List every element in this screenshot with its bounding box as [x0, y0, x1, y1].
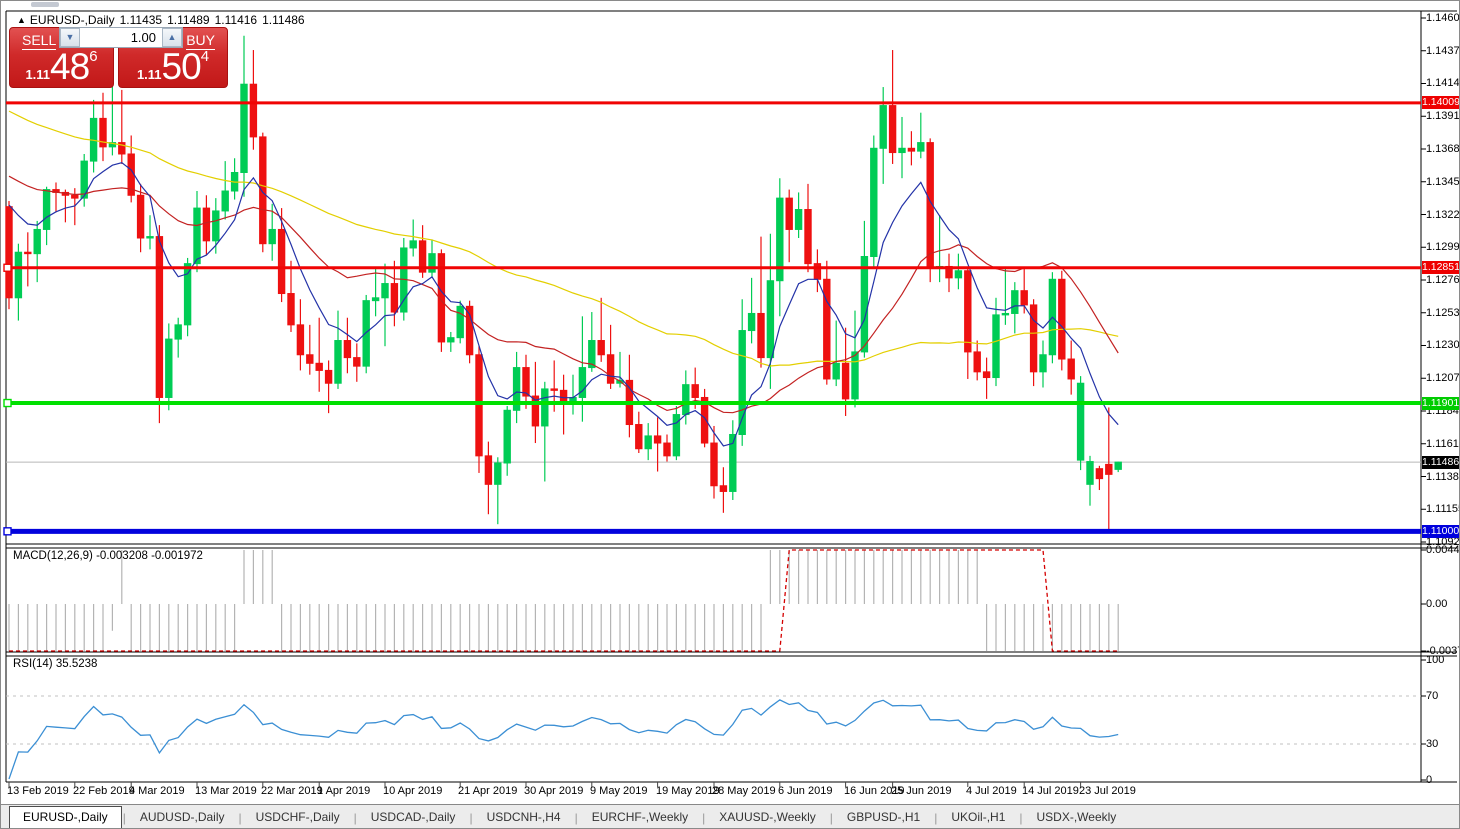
date-label: 1 Apr 2019	[317, 785, 370, 797]
trading-platform-window: ▲EURUSD-,Daily1.114351.114891.114161.114…	[0, 0, 1460, 829]
quote-high: 1.11489	[167, 13, 210, 27]
macd-histogram	[9, 550, 1118, 651]
sell-price-big: 48	[50, 46, 89, 87]
candles-layer	[6, 36, 1122, 530]
rsi-panel	[6, 696, 1421, 744]
price-tick-label: 1.14605	[1426, 12, 1460, 24]
chart-tab-usdx[interactable]: USDX-,Weekly	[1024, 807, 1130, 828]
symbol-ohlc-header: ▲ EURUSD-,Daily 1.11435 1.11489 1.11416 1.114…	[17, 13, 310, 27]
rsi-value: 35.5238	[56, 658, 98, 670]
buy-price-prefix: 1.11	[137, 67, 162, 82]
price-tick-label: 1.14375	[1426, 45, 1460, 57]
price-tick-label: 1.11385	[1426, 471, 1460, 483]
rsi-axis-label: 70	[1426, 690, 1438, 702]
price-tick-label: 1.13455	[1426, 176, 1460, 188]
date-label: 23 Jul 2019	[1079, 785, 1136, 797]
price-line-label: 1.14009	[1422, 96, 1459, 109]
line-handle[interactable]	[4, 528, 11, 535]
macd-name: MACD(12,26,9)	[13, 550, 93, 562]
date-label: 13 Feb 2019	[7, 785, 69, 797]
chart-tab-audusd[interactable]: AUDUSD-,Daily	[127, 807, 238, 828]
date-label: 28 May 2019	[712, 785, 776, 797]
price-tick-label: 1.11615	[1426, 438, 1460, 450]
one-click-trading-panel: SELL 1.11486 BUY 1.11504 ▼ ▲	[9, 27, 228, 88]
date-label: 22 Mar 2019	[261, 785, 323, 797]
rsi-indicator-label: RSI(14) 35.5238	[13, 658, 97, 670]
price-tick-label: 1.12765	[1426, 274, 1460, 286]
panel-frames	[6, 11, 1457, 782]
date-label: 30 Apr 2019	[524, 785, 583, 797]
date-label: 14 Jul 2019	[1022, 785, 1079, 797]
quote-open: 1.11435	[120, 13, 163, 27]
chart-tab-usdcnh[interactable]: USDCNH-,H4	[474, 807, 574, 828]
date-label: 10 Apr 2019	[383, 785, 442, 797]
macd-axis-label: 0.004465	[1426, 544, 1460, 556]
chart-tab-usdchf[interactable]: USDCHF-,Daily	[243, 807, 353, 828]
rsi-name: RSI(14)	[13, 658, 53, 670]
price-tick-label: 1.12535	[1426, 307, 1460, 319]
macd-indicator-label: MACD(12,26,9) -0.003208 -0.001972	[13, 550, 203, 562]
macd-values: -0.003208 -0.001972	[96, 550, 203, 562]
price-tick-label: 1.14145	[1426, 77, 1460, 89]
price-line-label: 1.12851	[1422, 261, 1459, 274]
buy-price-sup: 4	[201, 48, 209, 65]
date-label: 19 May 2019	[656, 785, 720, 797]
volume-increment-button[interactable]: ▲	[162, 28, 182, 47]
macd-axis-label: 0.00	[1426, 598, 1447, 610]
price-tick-label: 1.12075	[1426, 372, 1460, 384]
quote-low: 1.11416	[215, 13, 258, 27]
volume-decrement-button[interactable]: ▼	[60, 28, 80, 47]
price-tick-label: 1.11155	[1426, 503, 1460, 515]
price-line-label: 1.11901	[1422, 397, 1459, 410]
date-label: 4 Mar 2019	[129, 785, 185, 797]
volume-spinner: ▼ ▲	[59, 27, 183, 48]
chart-tab-eurchf[interactable]: EURCHF-,Weekly	[579, 807, 701, 828]
sell-price: 1.11486	[10, 48, 113, 84]
date-label: 25 Jun 2019	[891, 785, 952, 797]
date-label: 21 Apr 2019	[458, 785, 517, 797]
buy-price: 1.11504	[119, 48, 227, 84]
sell-price-sup: 6	[89, 48, 97, 65]
rsi-axis-label: 100	[1426, 654, 1444, 666]
date-label: 22 Feb 2019	[73, 785, 135, 797]
date-label: 4 Jul 2019	[966, 785, 1017, 797]
line-handle[interactable]	[4, 400, 11, 407]
chart-tab-xauusd[interactable]: XAUUSD-,Weekly	[706, 807, 828, 828]
price-tick-label: 1.12305	[1426, 339, 1460, 351]
symbol-direction-icon: ▲	[17, 15, 26, 25]
buy-price-big: 50	[162, 46, 201, 87]
sell-price-prefix: 1.11	[25, 67, 50, 82]
rsi-axis-label: 30	[1426, 738, 1438, 750]
chart-tab-usdcad[interactable]: USDCAD-,Daily	[358, 807, 469, 828]
date-label: 6 Jun 2019	[778, 785, 832, 797]
chart-tab-eurusd[interactable]: EURUSD-,Daily	[9, 806, 122, 829]
chart-tab-bar: EURUSD-,Daily|AUDUSD-,Daily|USDCHF-,Dail…	[1, 804, 1460, 829]
chart-canvas[interactable]	[1, 1, 1460, 806]
chart-tab-ukoil[interactable]: UKOil-,H1	[938, 807, 1018, 828]
quote-close: 1.11486	[262, 13, 305, 27]
date-label: 9 May 2019	[590, 785, 647, 797]
symbol-name: EURUSD-,Daily	[30, 13, 115, 27]
date-label: 13 Mar 2019	[195, 785, 257, 797]
price-line-label: 1.11486	[1422, 456, 1459, 469]
price-tick-label: 1.13685	[1426, 143, 1460, 155]
price-line-label: 1.11000	[1422, 525, 1459, 538]
price-tick-label: 1.13915	[1426, 110, 1460, 122]
rsi-axis-label: 0	[1426, 774, 1432, 786]
price-tick-label: 1.13225	[1426, 209, 1460, 221]
chart-tab-gbpusd[interactable]: GBPUSD-,H1	[834, 807, 933, 828]
volume-input[interactable]	[80, 28, 162, 47]
rsi-line	[9, 700, 1118, 779]
price-tick-label: 1.12995	[1426, 241, 1460, 253]
line-handle[interactable]	[4, 264, 11, 271]
